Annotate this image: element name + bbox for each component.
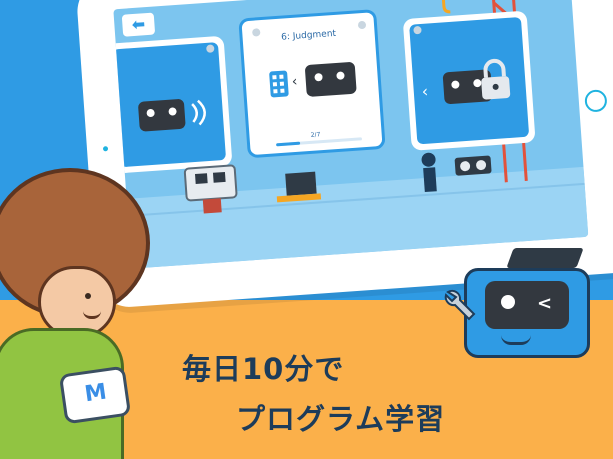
makeblock-logo-icon: M: [83, 379, 109, 408]
headline-line-2: プログラム学習: [236, 402, 446, 436]
level-card-center[interactable]: 6: Judgment ‹ 2/7: [238, 9, 386, 159]
scene-person-illustration: [421, 152, 492, 193]
signal-icon: [191, 99, 206, 126]
mbot-face: <: [485, 281, 569, 329]
card-title: 6: Judgment: [280, 28, 337, 43]
back-button[interactable]: ⬅: [121, 12, 156, 37]
graduation-cap-icon: [506, 248, 584, 268]
chevron-left-icon: ‹: [291, 73, 298, 91]
promo-banner: ⬅ 6: Judgment ‹ 2/7 ‹ M < 毎日10分で プログラム学習: [0, 0, 613, 459]
home-button[interactable]: [584, 89, 608, 113]
wink-eye-icon: <: [537, 293, 553, 314]
lock-icon: [481, 58, 511, 100]
robot-face-icon: [137, 98, 186, 132]
app-screen: ⬅ 6: Judgment ‹ 2/7 ‹: [113, 0, 589, 269]
kid-tablet: M: [58, 365, 132, 425]
headline-line-1: 毎日10分で: [182, 352, 345, 386]
wrench-icon: [444, 289, 476, 321]
mbot-mascot: <: [464, 268, 590, 358]
scene-robot-illustration: [183, 164, 322, 214]
chevron-left-icon: ‹: [421, 81, 429, 102]
back-arrow-icon: ⬅: [131, 14, 146, 35]
level-card-right[interactable]: ‹: [402, 10, 536, 151]
progress-fill: [276, 141, 301, 147]
camera-dot: [102, 146, 109, 152]
robot-face-icon: [304, 61, 357, 98]
grid-bot-icon: [269, 70, 289, 98]
